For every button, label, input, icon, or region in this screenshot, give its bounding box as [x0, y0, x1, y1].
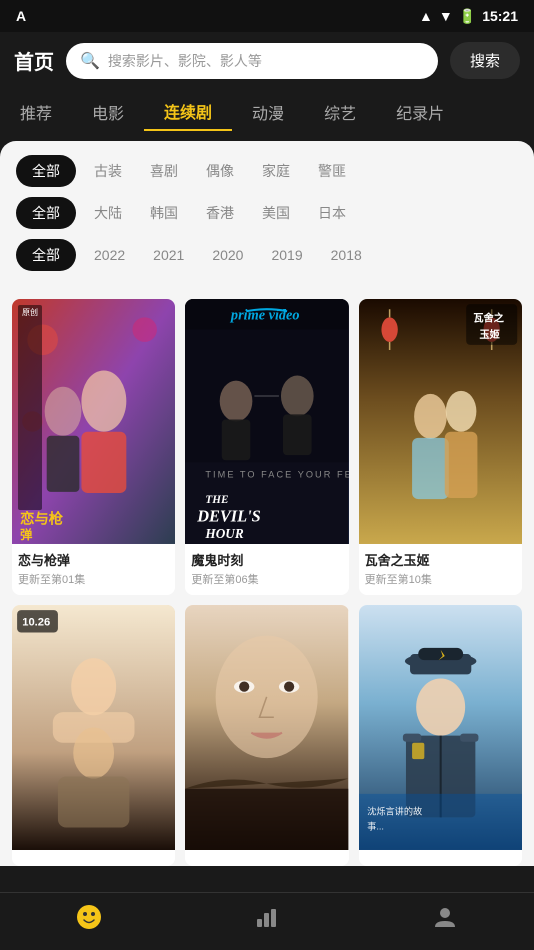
filter-tag-us[interactable]: 美国 [252, 197, 300, 229]
content-grid: 恋与枪 弹 原创 恋与枪弹 更新至第01集 [12, 299, 522, 866]
tab-variety[interactable]: 综艺 [304, 94, 376, 130]
time-display: 15:21 [482, 8, 518, 24]
signal-icon: ▲ [419, 8, 433, 24]
card-devils-hour[interactable]: prime video TIME TO FACE YOUR FEARS [185, 299, 348, 595]
svg-text:DEVIL'S: DEVIL'S [197, 507, 262, 526]
filter-tag-idol[interactable]: 偶像 [196, 155, 244, 187]
content-section: 恋与枪 弹 原创 恋与枪弹 更新至第01集 [0, 285, 534, 866]
svg-text:瓦舍之: 瓦舍之 [473, 311, 504, 324]
filter-row-year: 全部 2022 2021 2020 2019 2018 [16, 239, 518, 271]
svg-text:10.26: 10.26 [22, 616, 50, 628]
nav-tabs: 推荐 电影 连续剧 动漫 综艺 纪录片 [0, 89, 534, 141]
filter-section: 全部 古装 喜剧 偶像 家庭 警匪 全部 大陆 韩国 香港 美国 日本 全部 2… [0, 141, 534, 285]
bottom-nav-profile[interactable] [356, 903, 534, 936]
card-love-bullet[interactable]: 恋与枪 弹 原创 恋与枪弹 更新至第01集 [12, 299, 175, 595]
search-icon: 🔍 [80, 51, 100, 71]
card2-info: 魔鬼时刻 更新至第06集 [185, 544, 348, 595]
card-drama5[interactable] [185, 605, 348, 866]
search-button[interactable]: 搜索 [450, 42, 520, 79]
filter-tag-mainland[interactable]: 大陆 [84, 197, 132, 229]
poster1-badge: 原创 [18, 305, 42, 510]
card3-sub: 更新至第10集 [365, 571, 516, 587]
filter-tag-2019[interactable]: 2019 [261, 241, 312, 269]
card3-info: 瓦舍之玉姬 更新至第10集 [359, 544, 522, 595]
app-icon: A [16, 8, 26, 24]
filter-tag-2021[interactable]: 2021 [143, 241, 194, 269]
filter-tag-2020[interactable]: 2020 [202, 241, 253, 269]
filter-row-genre: 全部 古装 喜剧 偶像 家庭 警匪 [16, 155, 518, 187]
filter-row-region: 全部 大陆 韩国 香港 美国 日本 [16, 197, 518, 229]
filter-tag-comedy[interactable]: 喜剧 [140, 155, 188, 187]
tab-movie[interactable]: 电影 [72, 94, 144, 130]
page-title: 首页 [14, 46, 54, 75]
status-bar: A ▲ ▼ 🔋 15:21 [0, 0, 534, 32]
battery-icon: 🔋 [459, 8, 476, 25]
bottom-nav-home[interactable] [0, 903, 178, 936]
card1-sub: 更新至第01集 [18, 571, 169, 587]
filter-all-region[interactable]: 全部 [16, 197, 76, 229]
svg-text:弹: 弹 [20, 527, 32, 542]
card-police[interactable]: 沈烁言讲的故 事... [359, 605, 522, 866]
main-content: 全部 古装 喜剧 偶像 家庭 警匪 全部 大陆 韩国 香港 美国 日本 全部 2… [0, 141, 534, 946]
card5-info [185, 850, 348, 866]
filter-tag-costume[interactable]: 古装 [84, 155, 132, 187]
filter-tag-hk[interactable]: 香港 [196, 197, 244, 229]
card-drama4[interactable]: 10.26 [12, 605, 175, 866]
tab-series[interactable]: 连续剧 [144, 93, 232, 131]
search-placeholder: 搜索影片、影院、影人等 [108, 51, 262, 71]
svg-text:事...: 事... [367, 821, 384, 832]
card2-sub: 更新至第06集 [191, 571, 342, 587]
filter-tag-2022[interactable]: 2022 [84, 241, 135, 269]
svg-text:TIME TO FACE YOUR FEARS: TIME TO FACE YOUR FEARS [206, 470, 349, 480]
bottom-nav-chart[interactable] [178, 903, 356, 936]
svg-text:恋与枪: 恋与枪 [20, 510, 64, 528]
card2-title: 魔鬼时刻 [191, 550, 342, 569]
chart-icon [253, 903, 281, 936]
card3-title: 瓦舍之玉姬 [365, 550, 516, 569]
card1-info: 恋与枪弹 更新至第01集 [12, 544, 175, 595]
filter-tag-crime[interactable]: 警匪 [308, 155, 356, 187]
svg-text:THE: THE [206, 494, 229, 506]
svg-text:玉姬: 玉姬 [479, 328, 499, 341]
tab-recommend[interactable]: 推荐 [0, 94, 72, 130]
filter-tag-japan[interactable]: 日本 [308, 197, 356, 229]
profile-icon [431, 903, 459, 936]
svg-text:prime video: prime video [229, 307, 300, 323]
card-yuji[interactable]: 瓦舍之 玉姬 瓦舍之玉姬 更新至第10集 [359, 299, 522, 595]
filter-tag-2018[interactable]: 2018 [321, 241, 372, 269]
filter-tag-family[interactable]: 家庭 [252, 155, 300, 187]
tab-documentary[interactable]: 纪录片 [376, 94, 464, 130]
card6-info [359, 850, 522, 866]
search-bar[interactable]: 🔍 搜索影片、影院、影人等 [66, 43, 438, 79]
home-icon [75, 903, 103, 936]
wifi-icon: ▼ [439, 8, 453, 24]
status-icons: ▲ ▼ 🔋 15:21 [419, 8, 518, 25]
tab-anime[interactable]: 动漫 [232, 94, 304, 130]
svg-text:沈烁言讲的故: 沈烁言讲的故 [367, 805, 422, 816]
card1-title: 恋与枪弹 [18, 550, 169, 569]
bottom-nav [0, 892, 534, 950]
filter-all-genre[interactable]: 全部 [16, 155, 76, 187]
header: 首页 🔍 搜索影片、影院、影人等 搜索 [0, 32, 534, 89]
svg-text:HOUR: HOUR [205, 526, 244, 541]
card4-info [12, 850, 175, 866]
filter-tag-korea[interactable]: 韩国 [140, 197, 188, 229]
filter-all-year[interactable]: 全部 [16, 239, 76, 271]
